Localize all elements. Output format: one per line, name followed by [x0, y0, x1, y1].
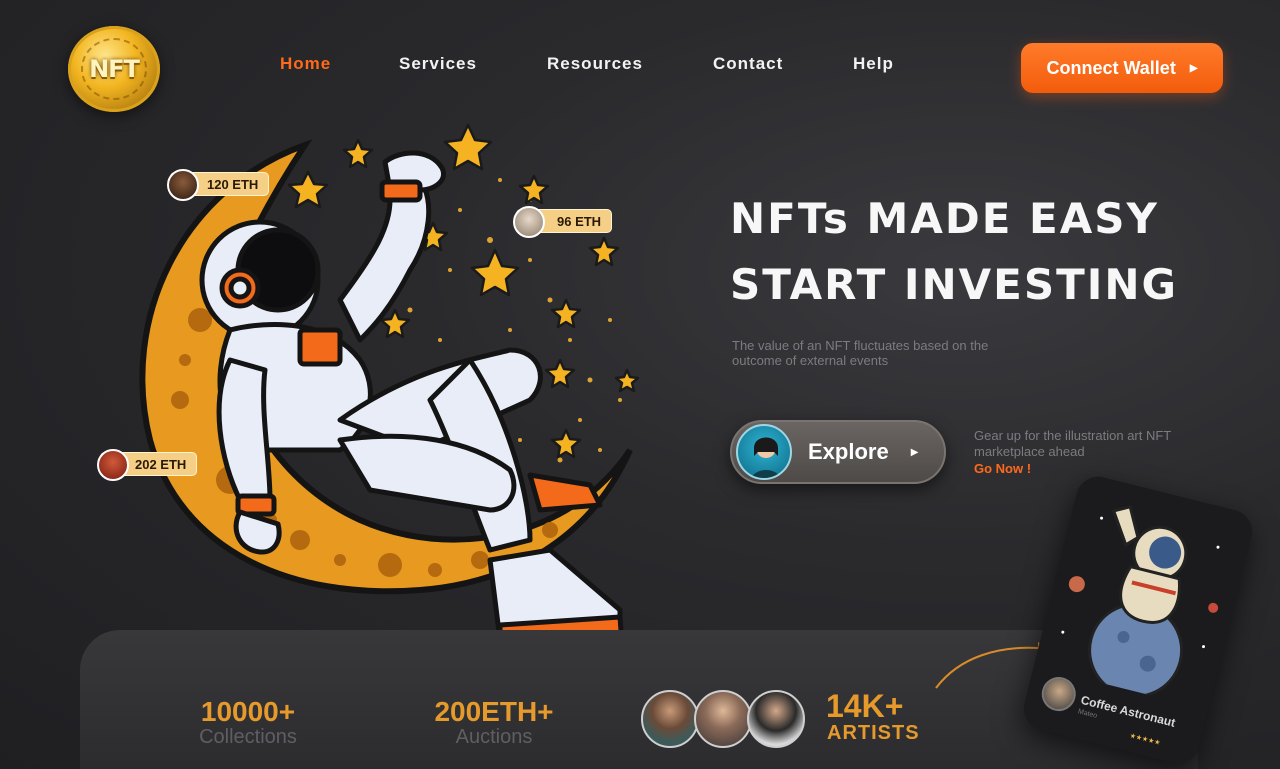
- nav-item-services[interactable]: Services: [399, 54, 477, 74]
- avatar: [167, 169, 199, 201]
- side-note: Gear up for the illustration art NFT mar…: [974, 428, 1174, 477]
- explore-label: Explore: [808, 439, 889, 464]
- stat-value: 200ETH+: [434, 696, 554, 727]
- hero-headline: NFTs MADE EASY START INVESTING: [730, 186, 1210, 318]
- nav-item-help[interactable]: Help: [853, 54, 894, 74]
- price-tag-96[interactable]: 96 ETH: [513, 206, 613, 238]
- price-tag-label: 96 ETH: [557, 213, 602, 229]
- price-tag-202[interactable]: 202 ETH: [97, 449, 198, 481]
- nav-item-resources[interactable]: Resources: [547, 54, 643, 74]
- avatar: [513, 206, 545, 238]
- stat-value: 10000+: [200, 696, 296, 727]
- price-tag-label: 120 ETH: [207, 176, 259, 192]
- coffee-astronaut-artwork: [1061, 504, 1220, 698]
- price-tag-label: 202 ETH: [135, 456, 187, 472]
- stat-label: Auctions: [455, 726, 533, 748]
- star-rating-icon: ★★★★★: [1128, 732, 1162, 747]
- card-creator-avatar: [1038, 673, 1080, 715]
- go-now-link[interactable]: Go Now !: [974, 461, 1174, 477]
- explore-button[interactable]: Explore ▶: [730, 420, 946, 484]
- play-arrow-icon: ▶: [910, 446, 919, 458]
- artist-avatar[interactable]: [747, 690, 805, 748]
- connect-wallet-label: Connect Wallet: [1046, 57, 1176, 78]
- nav-item-contact[interactable]: Contact: [713, 54, 783, 74]
- artists-count: 14K+: [826, 688, 904, 724]
- headline-line-2: START INVESTING: [730, 260, 1178, 309]
- nft-card[interactable]: Coffee Astronaut Mateo ★★★★★: [1019, 472, 1257, 768]
- stat-label: Collections: [199, 726, 297, 748]
- explore-avatar: [736, 424, 792, 480]
- artists-label: ARTISTS: [827, 722, 920, 744]
- price-tag-120[interactable]: 120 ETH: [167, 169, 270, 201]
- astronaut-moon-artwork: [139, 123, 640, 651]
- connect-wallet-button[interactable]: Connect Wallet ▶: [1021, 43, 1223, 93]
- stat-collections: 10000+ Collections: [188, 696, 308, 749]
- nav-item-home[interactable]: Home: [280, 54, 331, 74]
- side-note-text: Gear up for the illustration art NFT mar…: [974, 428, 1172, 459]
- hero-subtext: The value of an NFT fluctuates based on …: [732, 338, 989, 368]
- artist-avatar[interactable]: [694, 690, 752, 748]
- astronaut-moon-illustration: 120 ETH 96 ETH 202 ETH: [90, 120, 650, 680]
- play-arrow-icon: ▶: [1189, 62, 1198, 74]
- stat-auctions: 200ETH+ Auctions: [420, 696, 568, 749]
- headline-line-1: NFTs MADE EASY: [730, 194, 1159, 243]
- avatar: [97, 449, 129, 481]
- artist-avatar[interactable]: [641, 690, 699, 748]
- person-avatar-icon: [751, 437, 781, 478]
